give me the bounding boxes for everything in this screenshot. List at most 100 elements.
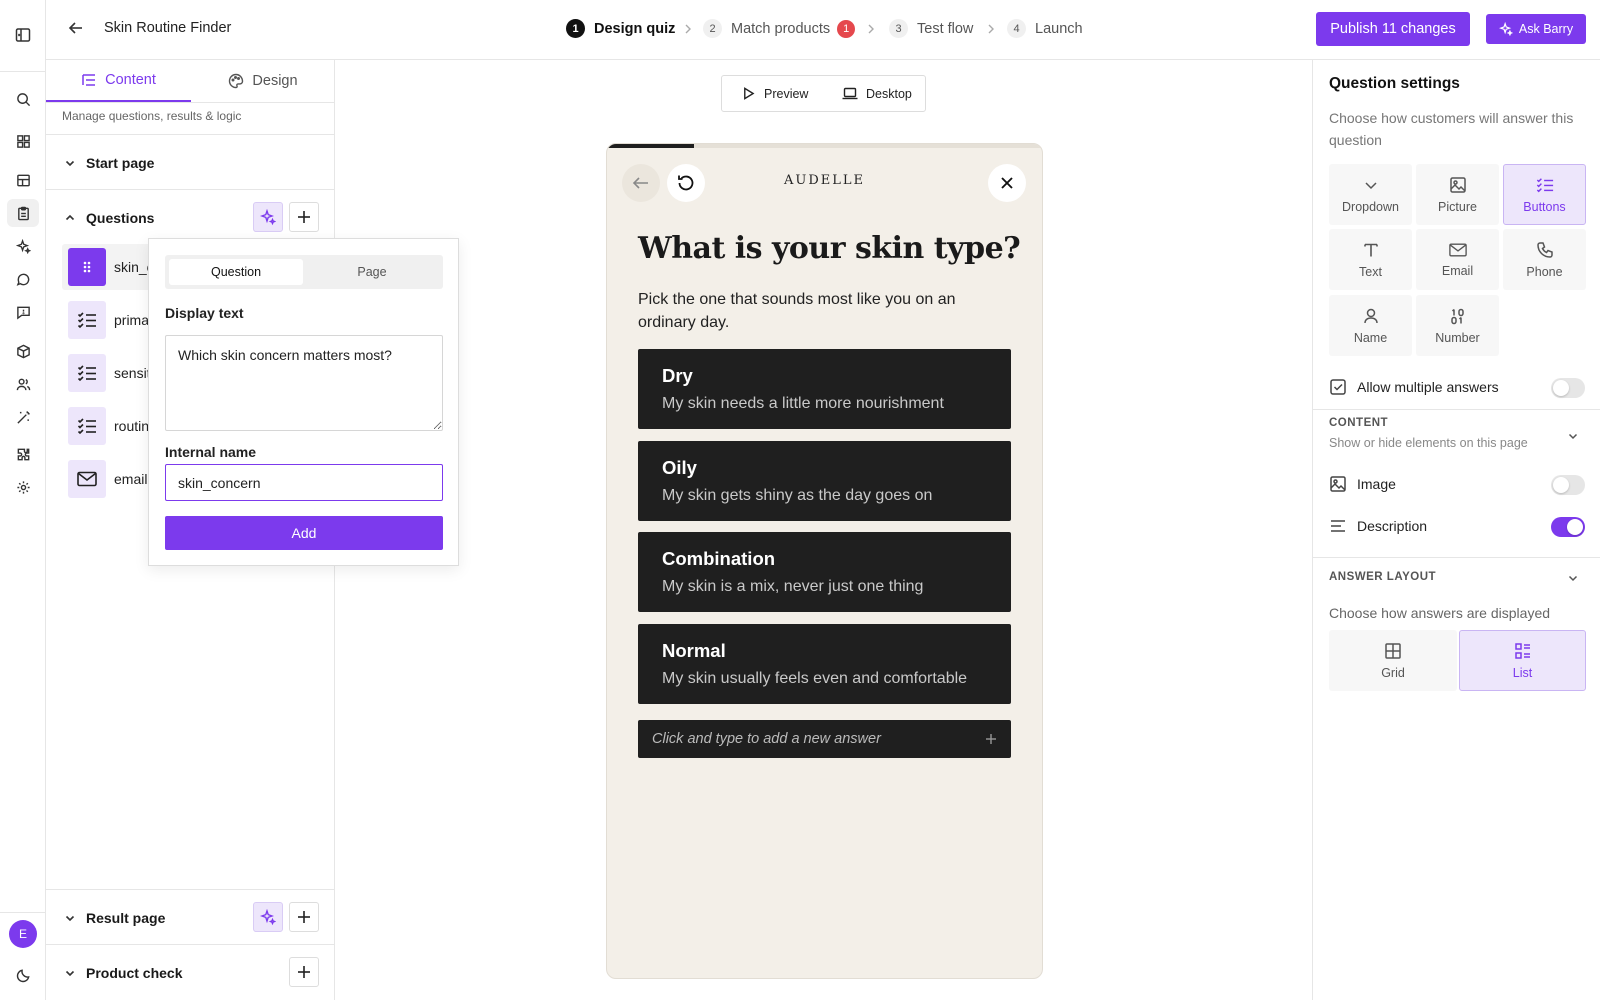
layout-icon[interactable] bbox=[13, 170, 33, 190]
answer-option[interactable]: Combination My skin is a mix, never just … bbox=[638, 532, 1011, 612]
checklist-icon bbox=[1536, 177, 1553, 192]
brand-logo: AUDELLE bbox=[783, 173, 865, 188]
answer-option[interactable]: Dry My skin needs a little more nourishme… bbox=[638, 349, 1011, 429]
add-product-check-button[interactable] bbox=[289, 957, 319, 987]
layout-grid[interactable]: Grid bbox=[1329, 630, 1457, 691]
panel-subtitle: Manage questions, results & logic bbox=[62, 109, 242, 123]
type-email[interactable]: Email bbox=[1416, 229, 1499, 290]
step-number: 1 bbox=[566, 19, 585, 38]
integrations-icon[interactable] bbox=[13, 444, 33, 464]
answer-description: My skin gets shiny as the day goes on bbox=[662, 487, 933, 504]
sparkles-icon[interactable] bbox=[13, 236, 33, 256]
add-question-button[interactable] bbox=[289, 202, 319, 232]
step-launch[interactable]: 4 Launch bbox=[1007, 19, 1083, 38]
type-buttons[interactable]: Buttons bbox=[1503, 164, 1586, 225]
text-icon bbox=[1363, 243, 1378, 256]
users-icon[interactable] bbox=[13, 374, 33, 394]
display-text-field[interactable]: Which skin concern matters most? bbox=[165, 335, 443, 431]
list-icon bbox=[82, 74, 96, 86]
description-toggle[interactable] bbox=[1551, 517, 1585, 537]
question-edit-popover: Question Page Display text Which skin co… bbox=[148, 238, 459, 566]
search-icon[interactable] bbox=[13, 89, 33, 109]
internal-name-label: Internal name bbox=[165, 444, 257, 460]
tab-design[interactable]: Design bbox=[191, 60, 335, 102]
preview-button[interactable]: Preview bbox=[742, 76, 808, 111]
question-label: email bbox=[114, 471, 148, 487]
step-number: 3 bbox=[889, 19, 908, 38]
step-test-flow[interactable]: 3 Test flow bbox=[889, 19, 973, 38]
chevron-down-icon[interactable] bbox=[1567, 572, 1579, 584]
sparkles-icon bbox=[1498, 22, 1513, 36]
answer-title: Combination bbox=[662, 548, 776, 569]
sparkles-icon bbox=[260, 209, 276, 225]
allow-multiple-toggle[interactable] bbox=[1551, 378, 1585, 398]
feedback-icon[interactable] bbox=[13, 302, 33, 322]
step-label: Test flow bbox=[917, 20, 974, 37]
question-label: routine_length bbox=[114, 418, 150, 434]
chevron-down-icon[interactable] bbox=[1567, 430, 1579, 442]
ai-generate-button[interactable] bbox=[253, 202, 283, 232]
type-label: Number bbox=[1435, 330, 1480, 345]
icon-rail: E bbox=[0, 0, 46, 1000]
palette-icon bbox=[229, 73, 244, 89]
section-label: Start page bbox=[86, 154, 155, 171]
tab-label: Content bbox=[105, 72, 156, 88]
close-button[interactable] bbox=[988, 164, 1026, 202]
add-button[interactable]: Add bbox=[165, 516, 443, 550]
chevron-right-icon bbox=[988, 24, 994, 34]
type-label: Buttons bbox=[1523, 199, 1566, 214]
answer-option[interactable]: Normal My skin usually feels even and com… bbox=[638, 624, 1011, 704]
quiz-icon[interactable] bbox=[7, 199, 39, 227]
box-icon[interactable] bbox=[13, 341, 33, 361]
display-text-label: Display text bbox=[165, 305, 244, 321]
chevron-right-icon bbox=[868, 24, 874, 34]
question-item[interactable]: primary_goal bbox=[62, 297, 152, 343]
gear-icon[interactable] bbox=[13, 477, 33, 497]
magic-wand-icon[interactable] bbox=[13, 407, 33, 427]
top-bar: Skin Routine Finder 1 Design quiz 2 Match … bbox=[46, 0, 1600, 60]
plus-icon bbox=[298, 966, 310, 978]
type-phone[interactable]: Phone bbox=[1503, 229, 1586, 290]
back-arrow-icon[interactable] bbox=[67, 19, 85, 37]
device-toggle-button[interactable]: Desktop bbox=[842, 76, 912, 111]
dashboard-icon[interactable] bbox=[13, 131, 33, 151]
grid-icon bbox=[1385, 642, 1401, 659]
ai-generate-button[interactable] bbox=[253, 902, 283, 932]
internal-name-field[interactable] bbox=[165, 464, 443, 501]
tab-question[interactable]: Question bbox=[169, 259, 303, 285]
type-dropdown[interactable]: Dropdown bbox=[1329, 164, 1412, 225]
sidebar-toggle-icon[interactable] bbox=[13, 25, 33, 45]
answer-option[interactable]: Oily My skin gets shiny as the day goes o… bbox=[638, 441, 1011, 521]
add-result-button[interactable] bbox=[289, 902, 319, 932]
dark-mode-icon[interactable] bbox=[13, 965, 33, 985]
step-design-quiz[interactable]: 1 Design quiz bbox=[566, 19, 675, 38]
plus-icon bbox=[298, 211, 310, 223]
text-align-icon bbox=[1331, 520, 1345, 532]
tab-page[interactable]: Page bbox=[305, 259, 439, 285]
question-item[interactable]: routine_length bbox=[62, 403, 152, 449]
add-answer-field[interactable]: Click and type to add a new answer bbox=[638, 720, 1011, 758]
mail-icon bbox=[68, 460, 106, 498]
question-item[interactable]: email bbox=[62, 456, 152, 502]
section-label: Product check bbox=[86, 964, 183, 981]
answer-description: My skin needs a little more nourishment bbox=[662, 395, 944, 412]
tab-content[interactable]: Content bbox=[46, 60, 191, 102]
type-name[interactable]: Name bbox=[1329, 295, 1412, 356]
avatar[interactable]: E bbox=[9, 920, 37, 948]
chat-icon[interactable] bbox=[13, 269, 33, 289]
ask-barry-button[interactable]: Ask Barry bbox=[1486, 14, 1586, 44]
section-start-page[interactable]: Start page bbox=[46, 134, 335, 190]
layout-list[interactable]: List bbox=[1459, 630, 1586, 691]
content-subtitle: Show or hide elements on this page bbox=[1329, 436, 1528, 450]
question-item[interactable]: sensitivity bbox=[62, 350, 152, 396]
drag-handle-icon[interactable] bbox=[68, 248, 106, 286]
answer-description: My skin usually feels even and comfortab… bbox=[662, 670, 968, 687]
publish-button[interactable]: Publish 11 changes bbox=[1316, 12, 1470, 46]
image-toggle[interactable] bbox=[1551, 475, 1585, 495]
type-text[interactable]: Text bbox=[1329, 229, 1412, 290]
type-label: Email bbox=[1441, 263, 1474, 278]
type-picture[interactable]: Picture bbox=[1416, 164, 1499, 225]
type-number[interactable]: Number bbox=[1416, 295, 1499, 356]
step-match-products[interactable]: 2 Match products 1 bbox=[703, 19, 856, 38]
image-icon bbox=[1330, 476, 1346, 492]
